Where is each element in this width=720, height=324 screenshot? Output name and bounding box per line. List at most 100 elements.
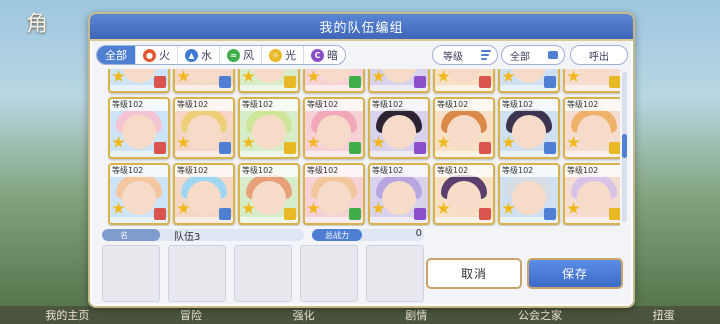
element-tab[interactable]: 全部 [97, 46, 136, 64]
element-badge-icon [414, 76, 426, 88]
element-tab-label: 光 [285, 49, 296, 62]
character-row: 等级102 等级102 等级102 等级102 等级102 等级102 等级102 等级102 [108, 97, 620, 159]
team-slot-5[interactable] [366, 245, 424, 302]
element-badge-icon [544, 142, 556, 154]
character-level: 等级102 [435, 99, 493, 111]
character-card[interactable] [498, 69, 560, 93]
element-badge-icon [609, 76, 620, 88]
character-card[interactable] [563, 69, 620, 93]
character-card[interactable]: 等级102 [303, 97, 365, 159]
character-card[interactable]: 等级102 [433, 97, 495, 159]
character-card[interactable]: 等级102 [173, 163, 235, 225]
element-tab[interactable]: ≈ 风 [220, 46, 262, 64]
character-level: 等级102 [175, 165, 233, 177]
bottom-nav-item: 扭蛋 [652, 309, 675, 322]
element-tab-label: 水 [201, 49, 212, 62]
character-card[interactable] [368, 69, 430, 93]
wind-icon: ≈ [227, 48, 240, 62]
summon-label: 呼出 [589, 51, 609, 63]
save-button[interactable]: 保存 [527, 258, 623, 289]
element-badge-icon [154, 142, 166, 154]
grid-scrollbar[interactable] [622, 72, 627, 222]
element-badge-icon [544, 208, 556, 220]
character-portrait-face [187, 115, 221, 149]
element-badge-icon [219, 76, 231, 88]
character-card[interactable]: 等级102 [108, 163, 170, 225]
bottom-nav-item: 剧情 [405, 309, 428, 322]
character-grid: 等级102 等级102 等级102 等级102 等级102 等级102 等级102 等级102… [108, 69, 620, 226]
character-card[interactable] [238, 69, 300, 93]
element-badge-icon [219, 142, 231, 154]
character-card[interactable]: 等级102 [368, 97, 430, 159]
character-portrait-face [447, 115, 481, 149]
character-portrait-face [577, 181, 611, 215]
character-portrait-face [577, 115, 611, 149]
element-badge-icon [284, 142, 296, 154]
character-portrait-face [382, 115, 416, 149]
cancel-label: 取消 [460, 267, 487, 281]
character-portrait-face [252, 115, 286, 149]
total-power-label: 总战力 [312, 229, 362, 241]
cancel-button[interactable]: 取消 [426, 258, 522, 289]
character-level: 等级102 [370, 165, 428, 177]
panel-title: 我的队伍编组 [319, 21, 404, 36]
character-level: 等级102 [110, 99, 168, 111]
character-portrait-face [122, 181, 156, 215]
character-card[interactable]: 等级102 [238, 97, 300, 159]
character-level: 等级102 [565, 99, 620, 111]
light-icon: ☼ [269, 48, 282, 62]
character-level: 等级102 [240, 165, 298, 177]
character-card[interactable] [173, 69, 235, 93]
character-card[interactable]: 等级102 [498, 97, 560, 159]
character-card[interactable]: 等级102 [433, 163, 495, 225]
character-portrait-face [447, 69, 481, 83]
character-row: 等级102 等级102 等级102 等级102 等级102 等级102 等级102 等级102 [108, 163, 620, 225]
team-slot-4[interactable] [300, 245, 358, 302]
team-slot-1[interactable] [102, 245, 160, 302]
character-card[interactable]: 等级102 [108, 97, 170, 159]
character-card[interactable]: 等级102 [173, 97, 235, 159]
character-card[interactable]: 等级102 [368, 163, 430, 225]
summon-button[interactable]: 呼出 [570, 45, 628, 65]
element-tab[interactable]: ☼ 光 [262, 46, 304, 64]
character-level: 等级102 [175, 99, 233, 111]
character-portrait-face [512, 115, 546, 149]
character-portrait-face [447, 181, 481, 215]
character-portrait-face [382, 181, 416, 215]
character-card[interactable]: 等级102 [498, 163, 560, 225]
character-card[interactable]: 等级102 [303, 163, 365, 225]
character-card[interactable] [303, 69, 365, 93]
team-slot-2[interactable] [168, 245, 226, 302]
character-card[interactable] [108, 69, 170, 93]
element-badge-icon [154, 208, 166, 220]
element-tab-label: 火 [159, 49, 170, 62]
character-portrait-face [187, 69, 221, 83]
element-badge-icon [349, 142, 361, 154]
character-card[interactable] [433, 69, 495, 93]
character-portrait-face [382, 69, 416, 83]
element-badge-icon [414, 142, 426, 154]
sort-dropdown[interactable]: 等级 [432, 45, 498, 65]
all-filter-dropdown[interactable]: 全部 [501, 45, 565, 65]
character-card[interactable]: 等级102 [563, 163, 620, 225]
team-slot-3[interactable] [234, 245, 292, 302]
element-badge-icon [479, 142, 491, 154]
element-tab-label: 风 [243, 49, 254, 62]
character-card[interactable]: 等级102 [238, 163, 300, 225]
sort-icon [481, 50, 491, 60]
character-card[interactable]: 等级102 [563, 97, 620, 159]
fire-icon: ● [143, 48, 156, 62]
element-tab[interactable]: C暗 [304, 46, 345, 64]
element-tab[interactable]: ▲ 水 [178, 46, 220, 64]
character-portrait-face [317, 69, 351, 83]
character-portrait-face [252, 69, 286, 83]
element-tab[interactable]: ● 火 [136, 46, 178, 64]
bottom-nav-item: 冒险 [179, 309, 202, 322]
team-name: 队伍3 [174, 232, 201, 243]
save-label: 保存 [561, 267, 588, 281]
element-badge-icon [349, 76, 361, 88]
scroll-thumb[interactable] [622, 134, 627, 158]
filter-box-icon [548, 51, 558, 59]
element-badge-icon [284, 208, 296, 220]
team-tag: 名 [102, 229, 160, 241]
